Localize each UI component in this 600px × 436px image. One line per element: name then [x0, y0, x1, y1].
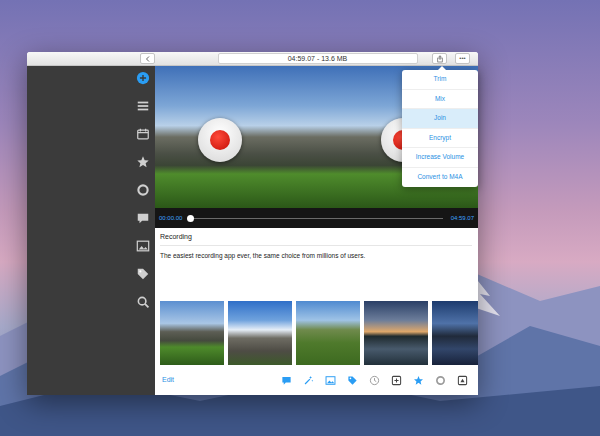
photo-thumbnail[interactable]	[160, 301, 224, 365]
sidebar-item[interactable]	[136, 127, 150, 141]
menu-item-label: Trim	[434, 74, 447, 84]
timeline-knob[interactable]	[187, 215, 194, 222]
clock-icon	[369, 375, 380, 386]
chat-icon	[136, 211, 150, 225]
sidebar-item[interactable]	[136, 211, 150, 225]
toolbar-button[interactable]	[369, 375, 380, 386]
window-title: 04:59.07 - 13.6 MB	[218, 53, 418, 64]
chat-icon	[281, 375, 292, 386]
sidebar-item[interactable]	[136, 183, 150, 197]
record-dot-icon	[210, 130, 230, 150]
photo-thumbnail[interactable]	[364, 301, 428, 365]
image-icon	[136, 239, 150, 253]
menu-item-label: Join	[434, 113, 446, 123]
image-icon	[325, 375, 336, 386]
star-icon	[136, 155, 150, 169]
ring-icon	[136, 183, 150, 197]
add-icon	[136, 71, 150, 85]
toolbar-button[interactable]	[457, 375, 468, 386]
toolbar-button[interactable]	[325, 375, 336, 386]
recording-description[interactable]: The easiest recording app ever, the same…	[160, 246, 478, 260]
toolbar-button[interactable]	[303, 375, 314, 386]
timeline: 00:00.00 04:59.07	[155, 208, 478, 228]
edit-button[interactable]: Edit	[160, 375, 174, 386]
sidebar-item[interactable]	[136, 155, 150, 169]
list-icon	[136, 99, 150, 113]
photo-strip	[160, 301, 478, 365]
bottom-toolbar: Edit	[160, 365, 478, 395]
title-area: 04:59.07 - 13.6 MB	[155, 53, 430, 64]
record-button[interactable]	[198, 118, 242, 162]
menu-item-label: Mix	[435, 94, 445, 104]
desktop: 04:59.07 - 13.6 MB •••	[0, 0, 600, 436]
toolbar-button[interactable]	[413, 375, 424, 386]
add-square-icon	[391, 375, 402, 386]
timeline-track[interactable]	[190, 218, 442, 219]
menu-item[interactable]: Convert to M4A	[402, 168, 478, 188]
share-button[interactable]	[432, 53, 447, 64]
magic-wand-icon	[303, 375, 314, 386]
back-button[interactable]	[140, 53, 155, 64]
menu-item-label: Encrypt	[429, 133, 451, 143]
menu-item[interactable]: Trim	[402, 70, 478, 90]
recording-title[interactable]: Recording	[160, 228, 472, 246]
ring-icon	[435, 375, 446, 386]
star-icon	[413, 375, 424, 386]
menu-item[interactable]: Increase Volume	[402, 148, 478, 168]
menu-item[interactable]: Mix	[402, 90, 478, 110]
photo-thumbnail[interactable]	[296, 301, 360, 365]
tool-icons	[281, 375, 468, 386]
sidebar-item[interactable]	[136, 71, 150, 85]
photo-thumbnail[interactable]	[228, 301, 292, 365]
tag-icon	[136, 267, 150, 281]
triangle-square-icon	[457, 375, 468, 386]
details-panel: Recording The easiest recording app ever…	[155, 228, 478, 395]
tag-icon	[347, 375, 358, 386]
share-menu: Trim Mix Join Encrypt Increase Volume Convert…	[402, 70, 478, 187]
sidebar-item[interactable]	[136, 267, 150, 281]
search-icon	[136, 295, 150, 309]
more-button[interactable]: •••	[455, 53, 470, 64]
sidebar	[27, 66, 155, 395]
photo-thumbnail[interactable]	[432, 301, 478, 365]
calendar-icon	[136, 127, 150, 141]
menu-item-label: Convert to M4A	[417, 172, 462, 182]
elapsed-time: 00:00.00	[159, 215, 182, 221]
title-bar: 04:59.07 - 13.6 MB •••	[27, 52, 478, 66]
title-bar-actions: •••	[430, 53, 478, 64]
toolbar-button[interactable]	[281, 375, 292, 386]
duration-time: 04:59.07	[451, 215, 474, 221]
sidebar-item[interactable]	[136, 295, 150, 309]
menu-item[interactable]: Join	[402, 109, 478, 129]
sidebar-item[interactable]	[136, 99, 150, 113]
chevron-left-icon	[144, 55, 152, 63]
toolbar-button[interactable]	[435, 375, 446, 386]
title-bar-left	[27, 52, 155, 65]
toolbar-button[interactable]	[391, 375, 402, 386]
share-icon	[436, 55, 444, 63]
app-window: 04:59.07 - 13.6 MB •••	[27, 52, 478, 395]
menu-item[interactable]: Encrypt	[402, 129, 478, 149]
sidebar-item[interactable]	[136, 239, 150, 253]
menu-item-label: Increase Volume	[416, 152, 464, 162]
toolbar-button[interactable]	[347, 375, 358, 386]
